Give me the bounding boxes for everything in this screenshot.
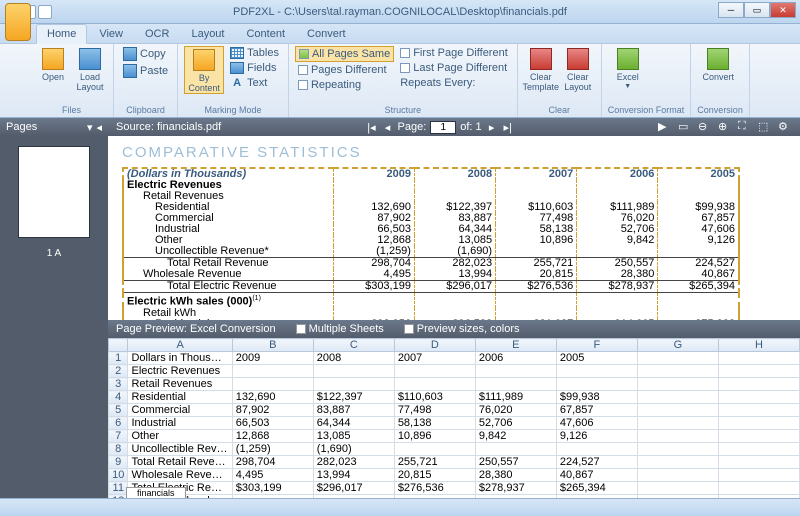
by-content-button[interactable]: By Content [184,46,224,94]
text-button[interactable]: AText [227,76,282,90]
load-layout-button[interactable]: Load Layout [73,46,107,92]
excel-format-button[interactable]: Excel▼ [608,46,648,92]
fit-width-icon[interactable]: ⛶ [738,120,752,134]
convert-button[interactable]: Convert [697,46,739,82]
status-bar [0,498,800,516]
tab-layout[interactable]: Layout [181,25,234,43]
check-icon [400,63,410,73]
check-icon [298,80,308,90]
fields-icon [230,62,244,74]
fields-button[interactable]: Fields [227,61,282,75]
close-button[interactable]: ✕ [770,2,796,18]
minimize-button[interactable]: ─ [718,2,744,18]
clear-template-button[interactable]: Clear Template [524,46,558,92]
preview-sizes-checkbox[interactable]: Preview sizes, colors [404,323,520,335]
clear-layout-icon [567,48,589,70]
check-icon [299,49,309,59]
tables-button[interactable]: Tables [227,46,282,60]
ribbon: Open Load Layout Files Copy Paste Clipbo… [0,44,800,118]
qat-btn-3[interactable] [38,5,52,19]
titlebar: PDF2XL - C:\Users\tal.rayman.COGNILOCAL\… [0,0,800,24]
group-clipboard-label: Clipboard [120,104,171,115]
group-clear-label: Clear [524,104,595,115]
group-marking-label: Marking Mode [184,104,282,115]
tab-content[interactable]: Content [236,25,295,43]
repeats-every-label: Repeats Every: [397,76,511,90]
zoom-in-icon[interactable]: ⊕ [718,120,732,134]
first-page-diff-button: First Page Different [397,46,511,60]
content-icon [193,49,215,71]
rect-tool-icon[interactable]: ▭ [678,120,692,134]
group-conv-label: Conversion [697,104,743,115]
preview-header: Page Preview: Excel Conversion Multiple … [108,320,800,338]
close-panel-icon[interactable]: ◂ [96,121,102,134]
page-thumbnail[interactable] [18,146,90,238]
clear-layout-button[interactable]: Clear Layout [561,46,595,92]
check-icon [298,65,308,75]
repeating-button[interactable]: Repeating [295,78,394,92]
next-page-button[interactable]: ▸ [486,121,498,134]
paste-button[interactable]: Paste [120,63,171,79]
source-header: Source: financials.pdf |◂ ◂ Page: of: 1 … [108,118,800,136]
pages-different-button[interactable]: Pages Different [295,63,394,77]
tab-home[interactable]: Home [36,24,87,44]
source-label: Source: financials.pdf [116,121,221,133]
last-page-diff-button: Last Page Different [397,61,511,75]
paste-icon [123,64,137,78]
copy-icon [123,47,137,61]
page-input[interactable] [430,121,456,134]
multiple-sheets-checkbox[interactable]: Multiple Sheets [296,323,384,335]
document-table[interactable]: (Dollars in Thousands)200920082007200620… [122,167,740,320]
clear-template-icon [530,48,552,70]
excel-icon [617,48,639,70]
excel-preview[interactable]: ABCDEFGH1Dollars in Thous…20092008200720… [108,338,800,498]
text-icon: A [230,77,244,89]
open-icon [42,48,64,70]
convert-icon [707,48,729,70]
copy-button[interactable]: Copy [120,46,171,62]
preview-label: Page Preview: Excel Conversion [116,323,276,335]
open-button[interactable]: Open [36,46,70,82]
tab-ocr[interactable]: OCR [135,25,179,43]
excel-grid[interactable]: ABCDEFGH1Dollars in Thous…20092008200720… [108,338,800,498]
app-menu-icon[interactable] [5,3,31,41]
thumbnail-label: 1 A [0,248,108,259]
zoom-out-icon[interactable]: ⊖ [698,120,712,134]
maximize-button[interactable]: ▭ [744,2,770,18]
document-title: COMPARATIVE STATISTICS [122,144,786,161]
filter-icon[interactable]: ▾ [87,121,93,134]
first-page-button[interactable]: |◂ [366,121,378,134]
sheet-tab[interactable]: financials [126,487,186,498]
check-icon [400,48,410,58]
settings-icon[interactable]: ⚙ [778,120,792,134]
group-structure-label: Structure [295,104,511,115]
window-title: PDF2XL - C:\Users\tal.rayman.COGNILOCAL\… [233,6,567,18]
tables-icon [230,47,244,59]
group-files-label: Files [36,104,107,115]
document-area[interactable]: COMPARATIVE STATISTICS (Dollars in Thous… [108,136,800,320]
layout-icon [79,48,101,70]
last-page-button[interactable]: ▸| [502,121,514,134]
tab-convert[interactable]: Convert [297,25,356,43]
pages-panel-header: Pages ▾◂ [0,118,108,136]
pages-panel: Pages ▾◂ 1 A [0,118,108,498]
ribbon-tabs: Home View OCR Layout Content Convert [0,24,800,44]
tab-view[interactable]: View [89,25,133,43]
all-pages-same-button[interactable]: All Pages Same [295,46,394,62]
prev-page-button[interactable]: ◂ [382,121,394,134]
fit-page-icon[interactable]: ⬚ [758,120,772,134]
group-convfmt-label: Conversion Format [608,104,685,115]
pointer-tool-icon[interactable]: ▶ [658,120,672,134]
